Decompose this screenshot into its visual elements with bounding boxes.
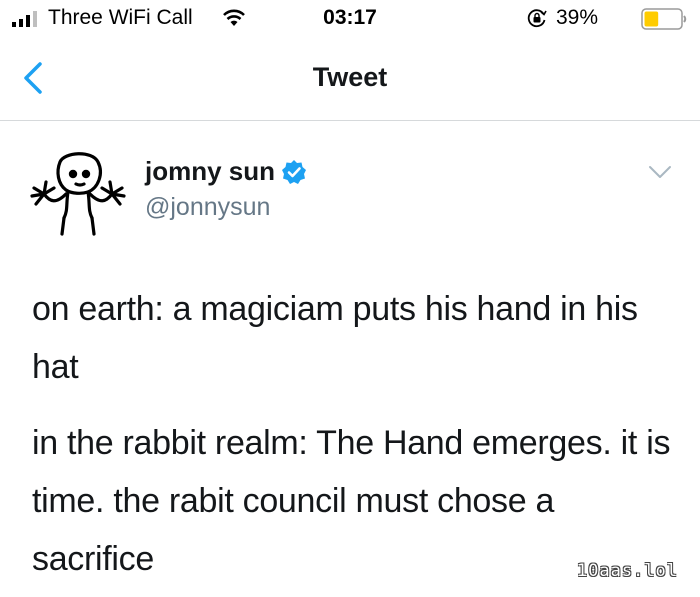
orientation-lock-icon xyxy=(527,9,547,28)
battery-percent: 39% xyxy=(556,6,599,29)
page-title: Tweet xyxy=(312,62,388,92)
tweet-text: on earth: a magiciam puts his hand in hi… xyxy=(32,280,672,588)
tweet-paragraph: on earth: a magiciam puts his hand in hi… xyxy=(32,290,638,386)
verified-badge-icon xyxy=(282,159,307,184)
avatar[interactable] xyxy=(24,148,130,238)
display-name[interactable]: jomny sun xyxy=(145,156,275,186)
battery-icon xyxy=(641,8,687,30)
user-handle[interactable]: @jonnysun xyxy=(145,193,270,222)
watermark: 10aas.lol xyxy=(576,561,678,581)
chevron-down-icon[interactable] xyxy=(648,164,672,180)
status-bar: Three WiFi Call 03:17 39% xyxy=(0,0,700,40)
battery-fill xyxy=(644,11,659,27)
nav-bar: Tweet xyxy=(0,40,700,121)
author-name-row: jomny sun xyxy=(145,156,307,187)
